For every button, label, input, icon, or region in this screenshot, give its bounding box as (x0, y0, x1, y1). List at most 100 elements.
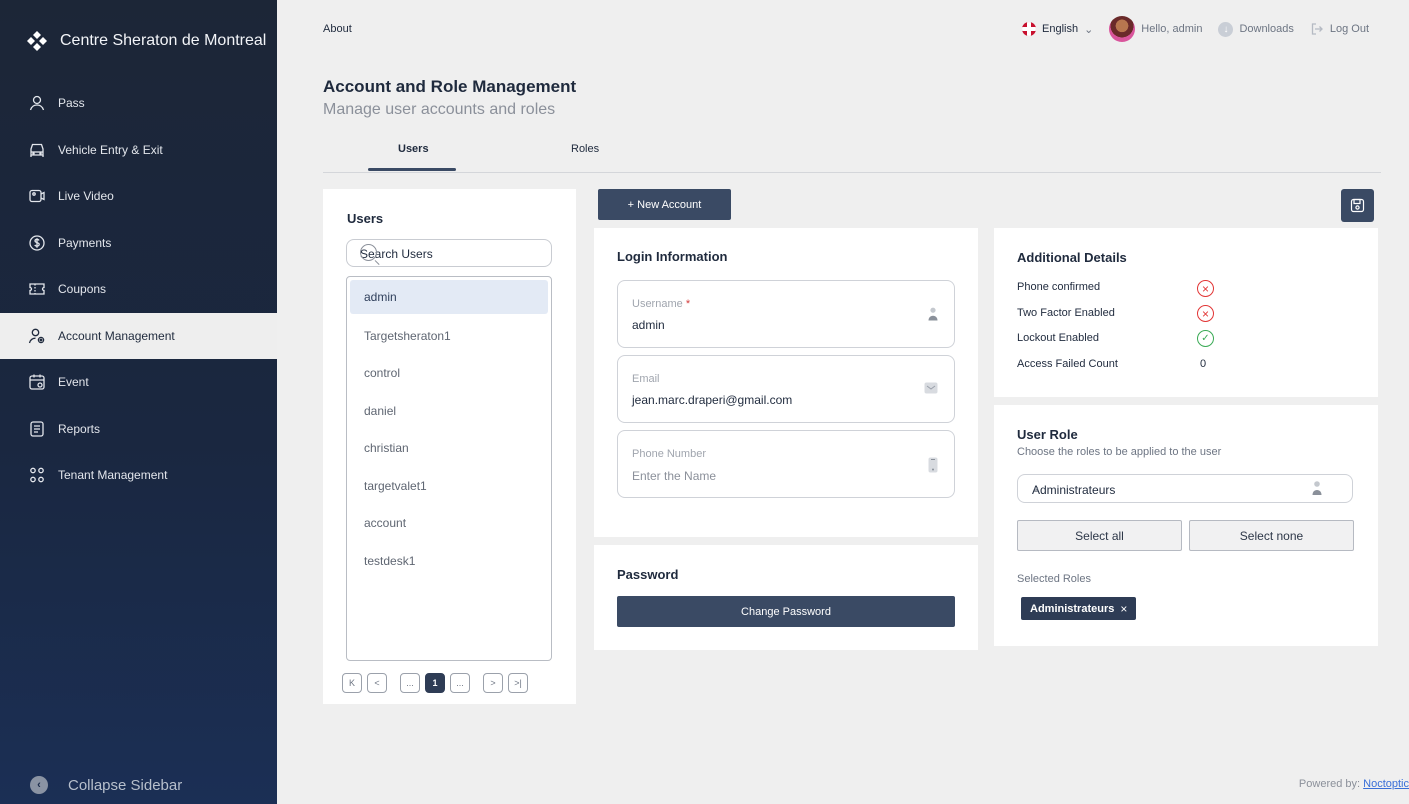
email-value: jean.marc.draperi@gmail.com (632, 393, 793, 407)
calendar-icon (29, 374, 45, 390)
collapse-sidebar-label: Collapse Sidebar (68, 776, 183, 794)
phone-number-field[interactable]: Phone Number Enter the Name (617, 430, 955, 498)
list-item[interactable]: targetvalet1 (350, 467, 548, 505)
phone-number-placeholder: Enter the Name (632, 469, 717, 483)
phone-number-label: Phone Number (632, 448, 706, 460)
selected-roles-heading: Selected Roles (1017, 573, 1091, 585)
last-page-button[interactable]: >| (508, 673, 528, 693)
role-select[interactable]: Administrateurs ⌄ (1017, 474, 1353, 503)
logout-button[interactable]: Log Out (1310, 22, 1369, 36)
vendor-link[interactable]: Noctoptic (1363, 778, 1409, 790)
password-heading: Password (617, 567, 679, 582)
ellipsis-button[interactable]: ... (400, 673, 420, 693)
tab-roles[interactable]: Roles (571, 143, 599, 155)
ticket-icon (29, 283, 45, 295)
list-item[interactable]: control (350, 355, 548, 393)
username-field[interactable]: Username * admin (617, 280, 955, 348)
tab-users[interactable]: Users (398, 143, 429, 155)
brand-name: Centre Sheraton de Montreal (60, 32, 267, 49)
new-account-button[interactable]: + New Account (598, 189, 731, 220)
flag-icon (1022, 22, 1036, 36)
sidebar-item-vehicle[interactable]: Vehicle Entry & Exit (0, 127, 277, 174)
greeting: Hello, admin (1141, 23, 1203, 35)
user-role-heading: User Role (1017, 427, 1078, 442)
save-icon (1350, 198, 1365, 213)
first-page-button[interactable]: K (342, 673, 362, 693)
dollar-icon (29, 235, 45, 251)
collapse-sidebar-button[interactable]: ‹ Collapse Sidebar (30, 776, 182, 794)
phone-confirmed-label: Phone confirmed (1017, 281, 1101, 293)
x-circle-icon: × (1197, 280, 1214, 297)
remove-chip-icon[interactable]: × (1120, 602, 1127, 616)
logo-icon (27, 31, 47, 51)
downloads-label: Downloads (1239, 23, 1294, 35)
sidebar-item-payments[interactable]: Payments (0, 220, 277, 267)
chevron-down-icon: ⌄ (1032, 482, 1041, 493)
active-tab-indicator (368, 168, 456, 171)
avatar (1109, 16, 1136, 42)
change-password-button[interactable]: Change Password (617, 596, 955, 627)
sidebar-item-label: Coupons (58, 282, 107, 297)
list-item[interactable]: Targetsheraton1 (350, 317, 548, 355)
email-label: Email (632, 373, 660, 385)
sidebar-item-label: Vehicle Entry & Exit (58, 142, 163, 157)
users-panel: Users Search Users admin Targetsheraton1… (323, 189, 576, 704)
sidebar-item-pass[interactable]: Pass (0, 80, 277, 127)
sidebar-item-label: Event (58, 375, 89, 390)
prev-page-button[interactable]: < (367, 673, 387, 693)
sidebar-item-coupons[interactable]: Coupons (0, 266, 277, 313)
search-icon[interactable] (360, 244, 377, 261)
username-value: admin (632, 318, 665, 332)
email-field[interactable]: Email jean.marc.draperi@gmail.com (617, 355, 955, 423)
sidebar-item-tenant-management[interactable]: Tenant Management (0, 452, 277, 499)
powered-by-label: Powered by: (1298, 778, 1361, 790)
downloads-button[interactable]: ↓ Downloads (1218, 21, 1294, 37)
access-failed-count: 0 (1200, 358, 1207, 370)
users-heading: Users (347, 211, 384, 226)
save-button[interactable] (1341, 189, 1374, 222)
sidebar-item-account-management[interactable]: Account Management (0, 312, 277, 359)
user-icon (29, 96, 45, 111)
role-chip: Administrateurs × (1021, 597, 1137, 620)
brand[interactable]: Centre Sheraton de Montreal (26, 30, 266, 52)
login-information-heading: Login Information (617, 249, 728, 264)
user-list[interactable]: admin Targetsheraton1 control daniel chr… (346, 276, 552, 661)
list-item[interactable]: admin (350, 280, 548, 314)
sidebar-item-live-video[interactable]: Live Video (0, 173, 277, 220)
report-icon (30, 421, 44, 437)
user-role-card: User Role Choose the roles to be applied… (994, 405, 1378, 646)
additional-details-card: Additional Details Phone confirmed × Two… (994, 228, 1378, 397)
list-item[interactable]: daniel (350, 392, 548, 430)
list-item[interactable]: account (350, 505, 548, 543)
role-chip-label: Administrateurs (1030, 602, 1115, 615)
user-menu[interactable]: Hello, admin (1109, 16, 1202, 42)
logout-icon (1311, 23, 1323, 35)
language-selector[interactable]: English ⌄ (1022, 22, 1093, 36)
sidebar-item-label: Reports (58, 421, 101, 436)
lockout-label: Lockout Enabled (1017, 332, 1099, 344)
about-link[interactable]: About (323, 23, 352, 35)
two-factor-label: Two Factor Enabled (1017, 307, 1115, 319)
phone-icon (928, 457, 938, 473)
search-input[interactable]: Search Users (346, 239, 552, 267)
current-page-button[interactable]: 1 (425, 673, 445, 693)
access-failed-label: Access Failed Count (1017, 358, 1118, 370)
next-page-button[interactable]: > (483, 673, 503, 693)
sidebar-nav: Pass Vehicle Entry & Exit Live Video Pay… (0, 80, 277, 499)
sidebar-item-reports[interactable]: Reports (0, 406, 277, 453)
car-icon (30, 143, 44, 157)
select-none-button[interactable]: Select none (1189, 520, 1354, 551)
pagination: K < ... 1 ... > >| (342, 673, 528, 693)
sidebar-item-event[interactable]: Event (0, 359, 277, 406)
list-item[interactable]: testdesk1 (350, 542, 548, 580)
chevron-down-icon: ⌄ (1084, 23, 1094, 36)
select-all-button[interactable]: Select all (1017, 520, 1182, 551)
envelope-icon (924, 382, 938, 394)
username-label: Username * (632, 298, 690, 310)
required-marker: * (685, 298, 691, 310)
top-bar-actions: English ⌄ Hello, admin ↓ Downloads Log O… (1022, 16, 1369, 42)
sidebar-item-label: Account Management (58, 328, 175, 343)
user-role-description: Choose the roles to be applied to the us… (1017, 446, 1222, 458)
list-item[interactable]: christian (350, 430, 548, 468)
ellipsis-button[interactable]: ... (450, 673, 470, 693)
